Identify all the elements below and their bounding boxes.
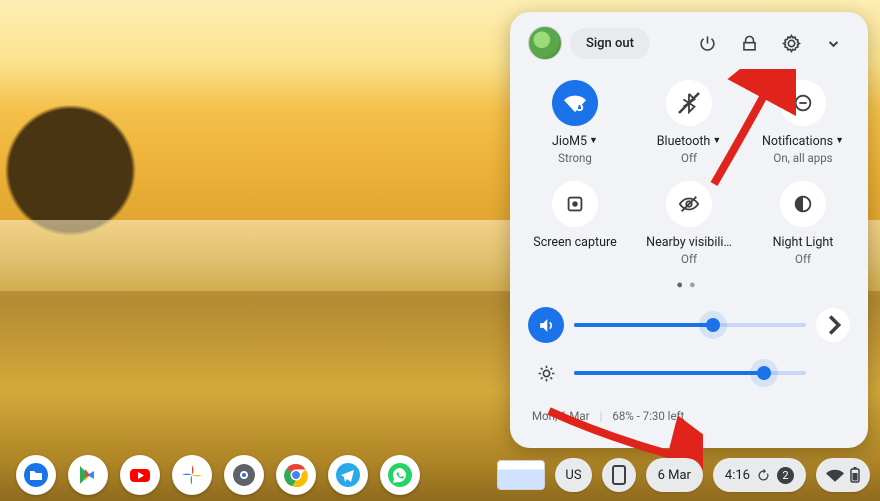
battery-icon — [850, 467, 860, 483]
collapse-button[interactable] — [816, 26, 850, 60]
whatsapp-icon — [388, 463, 412, 487]
clock: 4:16 — [725, 468, 750, 483]
play-store-app[interactable] — [68, 455, 108, 495]
settings-app[interactable] — [224, 455, 264, 495]
ime-indicator[interactable]: US — [555, 458, 591, 492]
window-preview[interactable] — [497, 460, 545, 490]
volume-row — [528, 301, 850, 349]
whatsapp-app[interactable] — [380, 455, 420, 495]
brightness-button[interactable] — [528, 355, 564, 391]
bluetooth-tile[interactable]: Bluetooth▼ Off — [632, 76, 746, 173]
gear-icon — [232, 463, 256, 487]
screen-capture-label: Screen capture — [533, 235, 616, 250]
brightness-slider[interactable] — [574, 371, 806, 375]
files-icon — [24, 463, 48, 487]
slash-icon — [674, 88, 704, 118]
photos-icon — [180, 463, 204, 487]
wifi-sub: Strong — [558, 151, 592, 165]
telegram-app[interactable] — [328, 455, 368, 495]
quick-settings-header: Sign out — [516, 26, 862, 66]
quick-settings-footer: Mon, 6 Mar | 68% - 7:30 left — [516, 399, 862, 425]
sliders-section — [516, 297, 862, 399]
status-tray[interactable]: 4:16 2 — [713, 458, 806, 492]
date-pill[interactable]: 6 Mar — [646, 458, 703, 492]
sync-icon — [756, 468, 771, 483]
volume-button[interactable] — [528, 307, 564, 343]
nearby-visibility-sub: Off — [681, 252, 697, 266]
bluetooth-sub: Off — [681, 151, 697, 165]
night-light-sub: Off — [795, 252, 811, 266]
night-light-tile[interactable]: Night Light Off — [746, 177, 860, 274]
volume-icon — [537, 316, 556, 335]
chrome-app[interactable] — [276, 455, 316, 495]
sign-out-button[interactable]: Sign out — [570, 28, 650, 59]
shelf: US 6 Mar 4:16 2 — [0, 451, 880, 501]
power-icon — [698, 34, 717, 53]
chevron-down-icon — [824, 34, 843, 53]
network-battery-pill[interactable] — [816, 458, 870, 492]
play-store-icon — [76, 463, 100, 487]
nearby-visibility-label: Nearby visibili… — [646, 235, 732, 250]
bluetooth-label: Bluetooth▼ — [657, 134, 721, 149]
avatar[interactable] — [528, 26, 562, 60]
screen-capture-icon — [564, 193, 586, 215]
page-indicator[interactable]: ●● — [516, 276, 862, 297]
photos-app[interactable] — [172, 455, 212, 495]
wifi-icon — [564, 92, 586, 114]
settings-button[interactable] — [774, 26, 808, 60]
brightness-icon — [537, 364, 556, 383]
quick-settings-tiles: JioM5▼ Strong Bluetooth▼ Off Notificatio… — [516, 66, 862, 276]
brightness-row — [528, 349, 850, 397]
audio-settings-button[interactable] — [816, 308, 850, 342]
youtube-icon — [128, 463, 152, 487]
wifi-tile[interactable]: JioM5▼ Strong — [518, 76, 632, 173]
shelf-apps — [10, 455, 420, 495]
lock-icon — [740, 34, 759, 53]
chevron-right-icon — [816, 308, 850, 342]
quick-settings-panel: Sign out JioM5▼ Strong Bluetooth▼ Off — [510, 12, 868, 448]
night-light-label: Night Light — [773, 235, 834, 250]
dnd-icon — [792, 92, 814, 114]
notification-count-badge: 2 — [777, 467, 794, 484]
files-app[interactable] — [16, 455, 56, 495]
phone-icon — [612, 465, 626, 485]
nearby-visibility-tile[interactable]: Nearby visibili… Off — [632, 177, 746, 274]
notifications-tile[interactable]: Notifications▼ On, all apps — [746, 76, 860, 173]
volume-slider[interactable] — [574, 323, 806, 327]
gear-icon — [782, 34, 801, 53]
footer-battery: 68% - 7:30 left — [612, 409, 684, 423]
telegram-icon — [336, 463, 360, 487]
footer-date: Mon, 6 Mar — [532, 409, 590, 423]
wifi-label: JioM5▼ — [552, 134, 598, 149]
status-area[interactable]: US 6 Mar 4:16 2 — [497, 458, 870, 492]
notifications-sub: On, all apps — [773, 151, 832, 165]
lock-button[interactable] — [732, 26, 766, 60]
chrome-icon — [284, 463, 308, 487]
power-button[interactable] — [690, 26, 724, 60]
notifications-label: Notifications▼ — [762, 134, 844, 149]
night-light-icon — [792, 193, 814, 215]
screen-capture-tile[interactable]: Screen capture — [518, 177, 632, 274]
visibility-off-icon — [678, 193, 700, 215]
wifi-icon — [826, 468, 844, 482]
phone-hub-button[interactable] — [602, 458, 636, 492]
youtube-app[interactable] — [120, 455, 160, 495]
